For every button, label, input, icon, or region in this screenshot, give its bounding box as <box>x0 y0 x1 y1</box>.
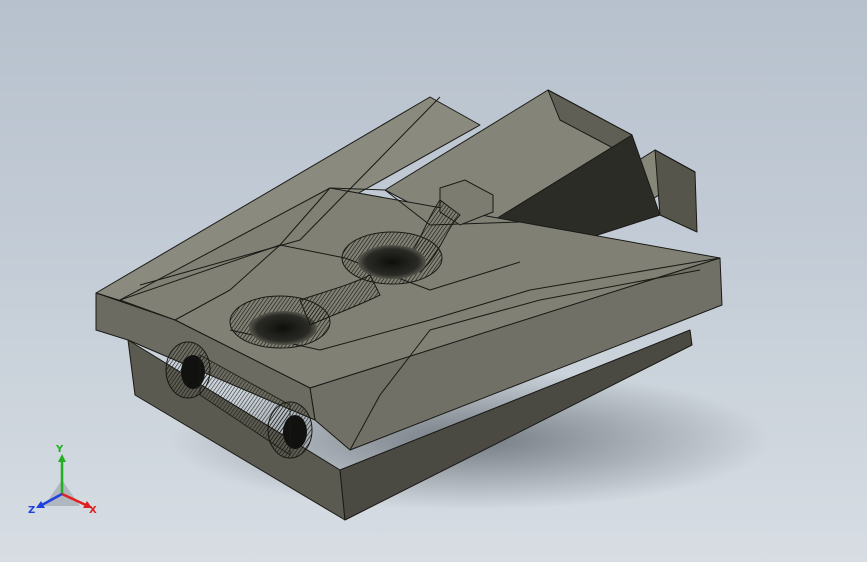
z-axis-label: Z <box>28 505 36 516</box>
3d-part-model[interactable] <box>0 0 867 562</box>
counterbore-hole-upper <box>341 231 443 285</box>
graphics-viewport[interactable]: Y X Z <box>0 0 867 562</box>
rail-right-side <box>654 149 698 233</box>
reference-triad[interactable]: Y X Z <box>26 444 104 524</box>
y-axis-label: Y <box>56 444 64 455</box>
x-axis-label: X <box>89 505 97 516</box>
